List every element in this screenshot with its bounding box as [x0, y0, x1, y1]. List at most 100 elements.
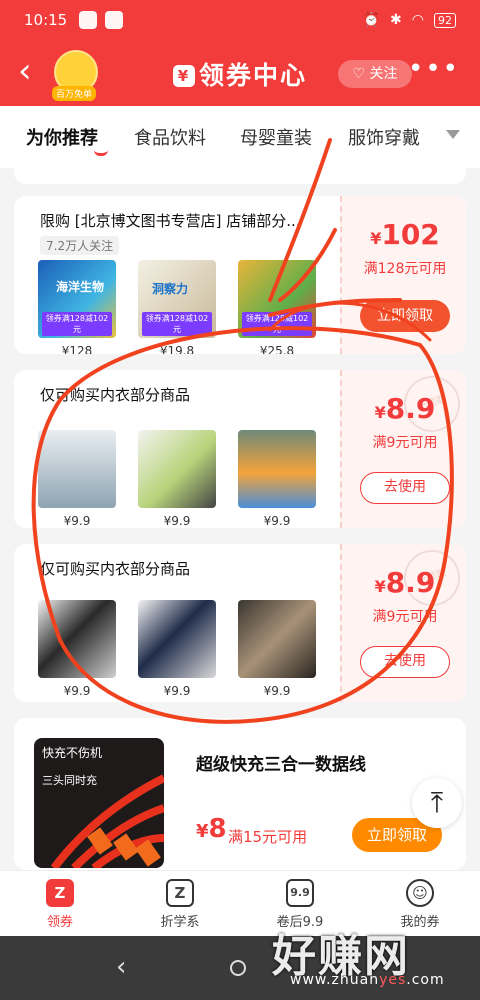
wifi-icon: ◠ [411, 12, 424, 28]
product-image: 海洋生物 领券满128减102元 [38, 260, 116, 338]
coupon-amount: ¥8.9 [342, 566, 466, 599]
currency-symbol: ¥ [374, 577, 386, 596]
active-tab-indicator [94, 150, 108, 156]
amount-value: 8 [208, 814, 227, 844]
product-thumb[interactable]: ¥9.9 [38, 600, 116, 698]
product-price: ¥9.9 [263, 514, 291, 528]
coupon-condition: 满9元可用 [372, 435, 438, 451]
system-home-icon[interactable] [230, 960, 246, 976]
amount-value: 102 [381, 218, 440, 251]
product-thumb[interactable]: ¥9.9 [238, 600, 316, 698]
product-thumb[interactable]: 海洋生物 领券满128减102元 ¥128 [38, 260, 116, 354]
chevron-down-icon[interactable] [446, 130, 460, 139]
previous-card-edge [14, 168, 466, 184]
app-notification-icon [105, 11, 124, 29]
product-image [138, 430, 216, 508]
currency-symbol: ¥ [196, 821, 209, 842]
promo-tag: 领券满128减102元 [42, 312, 112, 336]
coupon-value-panel: 已领取 ¥8.9 满9元可用 去使用 [340, 370, 466, 528]
promo-tag: 领券满128减102元 [142, 312, 212, 336]
tab-baby[interactable]: 母婴童装 [240, 124, 312, 150]
product-price: ¥9.9 [263, 684, 291, 698]
use-button[interactable]: 去使用 [360, 472, 450, 504]
product-thumb[interactable]: ¥9.9 [138, 430, 216, 528]
amount-value: 8.9 [385, 566, 436, 599]
status-time: 10:15 [24, 11, 68, 29]
page-title-text: 领券中心 [198, 61, 307, 90]
battery-icon: 92 [434, 12, 456, 28]
system-back-icon[interactable]: ‹ [116, 952, 126, 982]
wechat-icon [79, 11, 98, 29]
nav-label: 折学系 [160, 915, 200, 930]
product-price: ¥128 [61, 344, 93, 354]
nav-discount[interactable]: Z 折学系 [130, 879, 230, 930]
product-thumb[interactable]: ¥9.9 [238, 430, 316, 528]
product-price: ¥9.9 [63, 684, 91, 698]
product-image-label: 洞察力 [152, 282, 189, 296]
coupon-title: 仅可购买内衣部分商品 [40, 386, 191, 404]
more-icon[interactable]: ••• [408, 54, 460, 84]
product-image [38, 430, 116, 508]
coupon-products: 仅可购买内衣部分商品 ¥9.9 ¥9.9 ¥9.9 [14, 544, 340, 702]
product-price: ¥19.8 [159, 344, 195, 354]
tab-food[interactable]: 食品饮料 [134, 124, 206, 150]
coupon-products: 仅可购买内衣部分商品 ¥9.9 ¥9.9 ¥9.9 [14, 370, 340, 528]
claim-button[interactable]: 立即领取 [360, 300, 450, 332]
nav-label: 领券 [46, 915, 73, 930]
follow-label: 关注 [369, 66, 398, 82]
product-thumb[interactable]: 洞察力 领券满128减102元 ¥19.8 [138, 260, 216, 354]
coupon-card-cable[interactable]: 快充不伤机 三头同时充 超级快充三合一数据线 ¥8 满15元可用 立即领取 [14, 718, 466, 870]
product-image[interactable]: 快充不伤机 三头同时充 [34, 738, 164, 868]
product-thumb[interactable]: ¥9.9 [38, 430, 116, 528]
use-button[interactable]: 去使用 [360, 646, 450, 678]
coupon-condition: 满128元可用 [363, 261, 447, 277]
alarm-icon: ⏰ [362, 12, 381, 28]
app-header: ‹ 百万免单 ¥ 领券中心 ♡ 关注 ••• [0, 40, 480, 106]
product-image-label: 海洋生物 [56, 280, 105, 294]
coupon-card[interactable]: 限购 [北京博文图书专营店] 店铺部分... 7.2万人关注 海洋生物 领券满1… [14, 196, 466, 354]
currency-symbol: ¥ [370, 229, 382, 248]
watermark-url-c: .com [406, 972, 445, 988]
product-image: 领券满128减102元 [238, 260, 316, 338]
coupon-card[interactable]: 仅可购买内衣部分商品 ¥9.9 ¥9.9 ¥9.9 已领取 ¥8.9 满9元可用… [14, 370, 466, 528]
coupon-title: 仅可购买内衣部分商品 [40, 560, 191, 578]
coupon-amount: ¥102 [342, 218, 466, 251]
cable-illustration [50, 774, 164, 868]
discount-nav-icon: Z [166, 879, 194, 907]
back-to-top-icon[interactable]: ⤒ [412, 778, 462, 828]
coupon-card[interactable]: 仅可购买内衣部分商品 ¥9.9 ¥9.9 ¥9.9 已领取 ¥8.9 满9元可用… [14, 544, 466, 702]
product-image [238, 430, 316, 508]
tab-recommend[interactable]: 为你推荐 [26, 124, 98, 150]
product-thumb[interactable]: ¥9.9 [138, 600, 216, 698]
bluetooth-icon: ✱ [390, 12, 402, 28]
coupon-nav-icon: Z [46, 879, 74, 907]
coupon-icon: ¥ [172, 65, 195, 87]
coupon-amount: ¥8 [196, 814, 227, 844]
status-bar: 10:15 ⏰ ✱ ◠ 92 [0, 0, 480, 40]
follow-button[interactable]: ♡ 关注 [338, 60, 412, 88]
amount-value: 8.9 [385, 392, 436, 425]
price-tag-nav-icon: 9.9 [286, 879, 314, 907]
watermark-url-b: yes [379, 972, 407, 988]
follower-count: 7.2万人关注 [40, 236, 120, 255]
profile-nav-icon: ☺ [406, 879, 434, 907]
promo-tag: 领券满128减102元 [242, 312, 312, 336]
product-image [238, 600, 316, 678]
coupon-amount: ¥8.9 [342, 392, 466, 425]
product-price: ¥9.9 [163, 514, 191, 528]
product-image [138, 600, 216, 678]
product-image [38, 600, 116, 678]
product-thumb[interactable]: 领券满128减102元 ¥25.8 [238, 260, 316, 354]
watermark-url: www.zhuanyes.com [290, 972, 445, 988]
tab-apparel[interactable]: 服饰穿戴 [348, 124, 420, 150]
coupon-value-panel: 已领取 ¥8.9 满9元可用 去使用 [340, 544, 466, 702]
coupon-condition: 满15元可用 [228, 828, 308, 846]
category-tabs: 为你推荐 食品饮料 母婴童装 服饰穿戴 [0, 106, 480, 168]
product-price: ¥25.8 [259, 344, 295, 354]
product-price: ¥9.9 [63, 514, 91, 528]
coupon-title: 超级快充三合一数据线 [196, 755, 366, 775]
coupon-list[interactable]: 限购 [北京博文图书专营店] 店铺部分... 7.2万人关注 海洋生物 领券满1… [0, 168, 480, 870]
product-price: ¥9.9 [163, 684, 191, 698]
product-image: 洞察力 领券满128减102元 [138, 260, 216, 338]
nav-coupons[interactable]: Z 领券 [10, 879, 110, 930]
